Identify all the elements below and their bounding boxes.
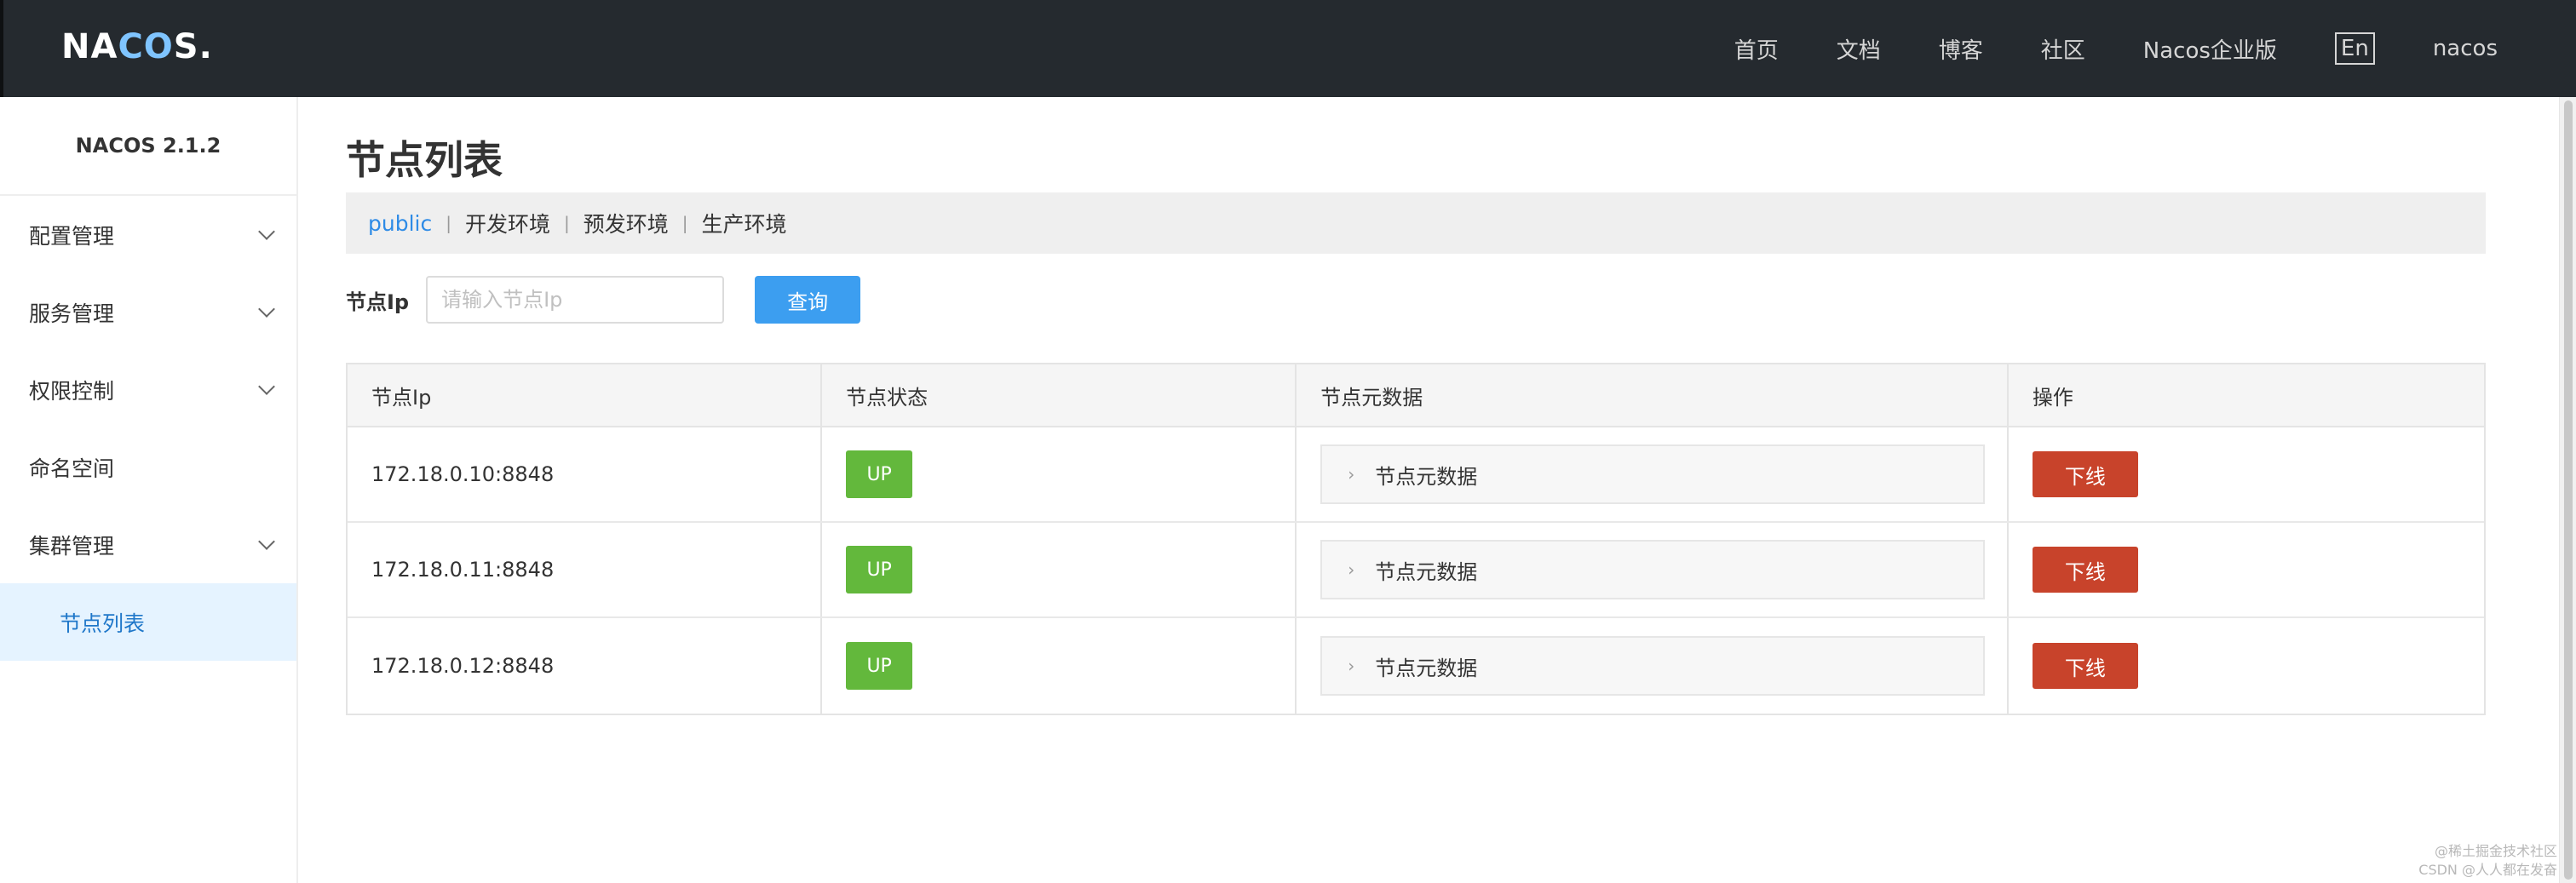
chevron-down-icon bbox=[258, 377, 275, 395]
sidebar-item-label: 命名空间 bbox=[29, 456, 115, 481]
status-badge: UP bbox=[846, 546, 913, 593]
sidebar-item-namespace[interactable]: 命名空间 bbox=[0, 428, 296, 506]
namespace-pre[interactable]: 预发环境 bbox=[584, 208, 669, 238]
status-cell: UP bbox=[822, 618, 1297, 714]
node-ip: 172.18.0.12:8848 bbox=[348, 618, 823, 714]
top-nav-menu: 首页 文档 博客 社区 Nacos企业版 En nacos bbox=[1676, 0, 2498, 97]
status-cell: UP bbox=[822, 427, 1297, 521]
action-cell: 下线 bbox=[2009, 427, 2484, 521]
action-cell: 下线 bbox=[2009, 523, 2484, 616]
nacos-logo[interactable]: NACOS. bbox=[61, 26, 213, 68]
sidebar: NACOS 2.1.2 配置管理 服务管理 权限控制 命名空间 集群管理 节点列… bbox=[0, 97, 298, 883]
version-label: NACOS 2.1.2 bbox=[0, 97, 296, 196]
top-navbar: NACOS. 首页 文档 博客 社区 Nacos企业版 En nacos bbox=[0, 0, 2576, 97]
user-menu[interactable]: nacos bbox=[2433, 36, 2498, 61]
nav-enterprise[interactable]: Nacos企业版 bbox=[2143, 33, 2277, 65]
metadata-collapse[interactable]: › 节点元数据 bbox=[1320, 540, 1986, 599]
nav-docs[interactable]: 文档 bbox=[1837, 33, 1881, 65]
namespace-bar: public | 开发环境 | 预发环境 | 生产环境 bbox=[346, 192, 2486, 254]
offline-button[interactable]: 下线 bbox=[2032, 547, 2138, 593]
nav-community[interactable]: 社区 bbox=[2041, 33, 2085, 65]
metadata-collapse[interactable]: › 节点元数据 bbox=[1320, 444, 1986, 504]
node-ip: 172.18.0.10:8848 bbox=[348, 427, 823, 521]
sidebar-item-node-list[interactable]: 节点列表 bbox=[0, 583, 296, 661]
namespace-separator: | bbox=[564, 213, 570, 233]
nav-blog[interactable]: 博客 bbox=[1939, 33, 1983, 65]
sidebar-item-cluster-management[interactable]: 集群管理 bbox=[0, 506, 296, 583]
scrollbar-thumb[interactable] bbox=[2564, 100, 2573, 880]
search-label: 节点Ip bbox=[346, 290, 410, 314]
sidebar-item-access-control[interactable]: 权限控制 bbox=[0, 351, 296, 428]
nav-home[interactable]: 首页 bbox=[1734, 33, 1779, 65]
chevron-right-icon: › bbox=[1348, 559, 1355, 580]
metadata-cell: › 节点元数据 bbox=[1297, 427, 2009, 521]
node-ip-input[interactable] bbox=[426, 276, 725, 324]
node-ip: 172.18.0.11:8848 bbox=[348, 523, 823, 616]
metadata-cell: › 节点元数据 bbox=[1297, 618, 2009, 714]
metadata-collapse[interactable]: › 节点元数据 bbox=[1320, 636, 1986, 696]
column-header-ip: 节点Ip bbox=[348, 364, 823, 426]
namespace-prod[interactable]: 生产环境 bbox=[702, 208, 787, 238]
metadata-cell: › 节点元数据 bbox=[1297, 523, 2009, 616]
chevron-right-icon: › bbox=[1348, 464, 1355, 485]
table-row: 172.18.0.12:8848 UP › 节点元数据 下线 bbox=[348, 618, 2484, 714]
page-scrollbar[interactable] bbox=[2559, 97, 2576, 883]
sidebar-item-label: 权限控制 bbox=[29, 378, 115, 404]
table-row: 172.18.0.11:8848 UP › 节点元数据 下线 bbox=[348, 523, 2484, 618]
sidebar-item-label: 配置管理 bbox=[29, 223, 115, 249]
sidebar-item-config-management[interactable]: 配置管理 bbox=[0, 196, 296, 273]
watermark: @稀土掘金技术社区 CSDN @人人都在发奋 bbox=[2418, 842, 2557, 880]
sidebar-item-label: 服务管理 bbox=[29, 301, 115, 326]
status-cell: UP bbox=[822, 523, 1297, 616]
table-header: 节点Ip 节点状态 节点元数据 操作 bbox=[348, 364, 2484, 427]
search-form: 节点Ip 查询 bbox=[346, 276, 1113, 324]
column-header-actions: 操作 bbox=[2032, 385, 2073, 410]
watermark-line: CSDN @人人都在发奋 bbox=[2418, 862, 2557, 878]
query-button[interactable]: 查询 bbox=[755, 276, 861, 324]
chevron-down-icon bbox=[258, 532, 275, 550]
offline-button[interactable]: 下线 bbox=[2032, 451, 2138, 497]
page-title: 节点列表 bbox=[346, 137, 503, 183]
chevron-right-icon: › bbox=[1348, 656, 1355, 676]
metadata-label: 节点元数据 bbox=[1375, 559, 1478, 584]
namespace-public[interactable]: public bbox=[368, 211, 432, 236]
status-badge: UP bbox=[846, 642, 913, 690]
namespace-dev[interactable]: 开发环境 bbox=[465, 208, 550, 238]
chevron-down-icon bbox=[258, 222, 275, 240]
chevron-down-icon bbox=[258, 300, 275, 318]
namespace-separator: | bbox=[446, 213, 451, 233]
sidebar-item-label: 集群管理 bbox=[29, 533, 115, 559]
namespace-separator: | bbox=[681, 213, 688, 233]
sidebar-item-service-management[interactable]: 服务管理 bbox=[0, 273, 296, 351]
offline-button[interactable]: 下线 bbox=[2032, 643, 2138, 689]
status-badge: UP bbox=[846, 450, 913, 498]
metadata-label: 节点元数据 bbox=[1375, 656, 1478, 680]
metadata-label: 节点元数据 bbox=[1375, 464, 1478, 489]
watermark-line: @稀土掘金技术社区 bbox=[2434, 843, 2557, 859]
table-row: 172.18.0.10:8848 UP › 节点元数据 下线 bbox=[348, 427, 2484, 523]
node-table: 节点Ip 节点状态 节点元数据 操作 172.18.0.10:8848 UP ›… bbox=[346, 363, 2486, 715]
column-header-metadata: 节点元数据 bbox=[1297, 364, 2009, 426]
action-cell: 下线 bbox=[2009, 618, 2484, 714]
language-toggle-button[interactable]: En bbox=[2334, 32, 2375, 65]
column-header-status: 节点状态 bbox=[822, 364, 1297, 426]
